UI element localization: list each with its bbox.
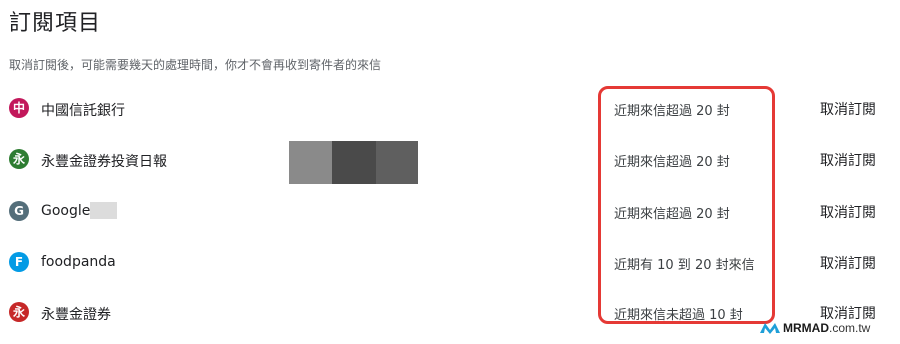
sender-name: 永豐金證券投資日報 [41, 154, 167, 170]
sender-name: foodpanda [41, 254, 116, 270]
redaction-block [289, 141, 332, 184]
sender-avatar: F [9, 252, 29, 272]
sender-avatar: 永 [9, 149, 29, 169]
sender-name: 永豐金證券 [41, 307, 111, 323]
watermark: MRMAD.com.tw [760, 318, 870, 338]
redaction-block [376, 141, 418, 184]
redaction-block [332, 141, 376, 184]
unsubscribe-button[interactable]: 取消訂閱 [820, 253, 876, 273]
unsubscribe-button[interactable]: 取消訂閱 [820, 150, 876, 170]
unsubscribe-button[interactable]: 取消訂閱 [820, 99, 876, 119]
highlight-box [598, 86, 775, 324]
sender-name: Google [41, 203, 91, 219]
watermark-domain: .com.tw [829, 321, 871, 335]
sender-avatar: G [9, 201, 29, 221]
unsubscribe-button[interactable]: 取消訂閱 [820, 202, 876, 222]
page-title: 訂閱項目 [9, 11, 102, 36]
watermark-brand: MRMAD [783, 321, 829, 335]
sender-name: 中國信託銀行 [41, 103, 125, 119]
page-subtitle: 取消訂閱後，可能需要幾天的處理時間，你才不會再收到寄件者的來信 [9, 58, 382, 72]
redaction-block [90, 202, 117, 219]
sender-avatar: 永 [9, 302, 29, 322]
sender-avatar: 中 [9, 98, 29, 118]
mrmad-logo-icon [760, 323, 780, 334]
